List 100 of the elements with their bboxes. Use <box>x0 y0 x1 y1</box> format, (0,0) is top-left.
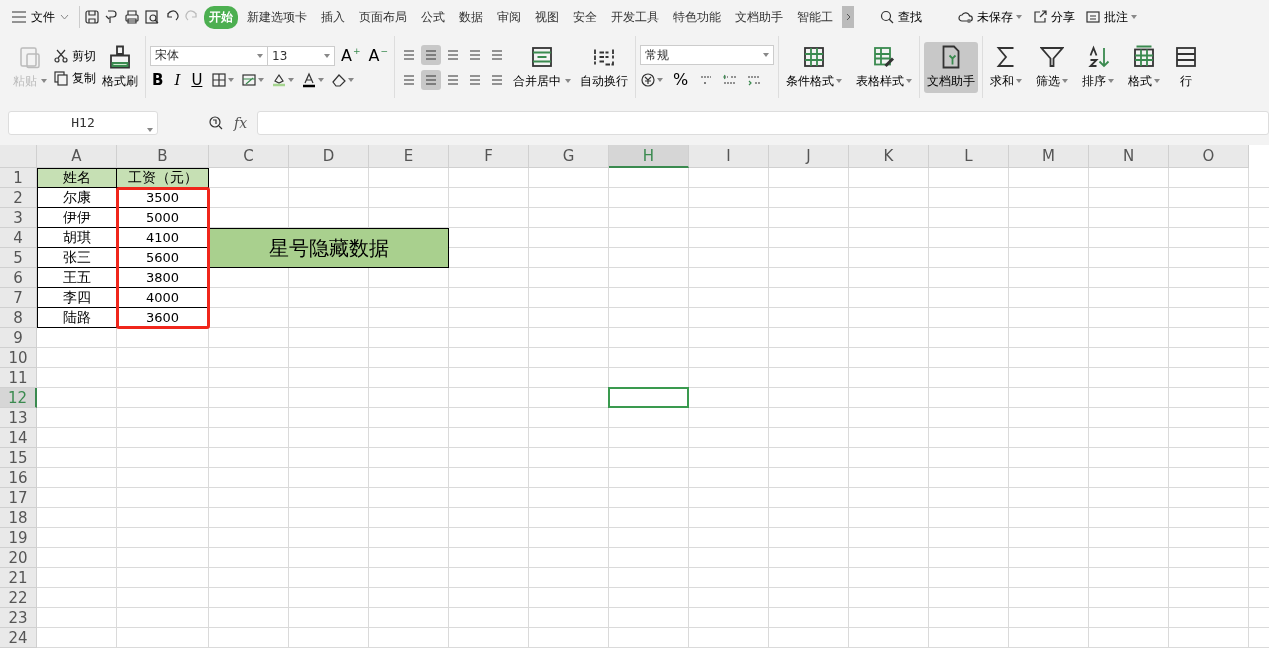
ribbon-button[interactable]: 条件格式 <box>783 41 845 93</box>
file-menu[interactable]: 文件 <box>12 8 75 26</box>
column-header[interactable]: K <box>849 145 929 168</box>
row-header[interactable]: 1 <box>0 168 37 188</box>
row-header[interactable]: 6 <box>0 268 37 288</box>
column-header[interactable]: J <box>769 145 849 168</box>
table-cell: 工资（元） <box>117 168 209 188</box>
active-cell[interactable] <box>608 387 689 408</box>
cell-style-icon[interactable] <box>241 71 258 88</box>
column-header[interactable]: A <box>37 145 117 168</box>
row-header[interactable]: 7 <box>0 288 37 308</box>
ribbon-tab[interactable]: 公式 <box>416 5 450 29</box>
row-header[interactable]: 16 <box>0 468 37 488</box>
format-icon <box>1132 44 1156 69</box>
column-header[interactable]: M <box>1009 145 1089 168</box>
font-family-select[interactable]: 宋体 <box>150 45 268 66</box>
row-header[interactable]: 20 <box>0 548 37 568</box>
font-style-button[interactable]: B <box>150 70 166 89</box>
ribbon-tab[interactable]: 页面布局 <box>354 5 412 29</box>
row-header[interactable]: 3 <box>0 208 37 228</box>
grid-icon <box>802 44 826 69</box>
toolbar-action[interactable]: 未保存 <box>955 8 1025 26</box>
font-style-button[interactable]: I <box>172 70 183 89</box>
column-header[interactable]: D <box>289 145 369 168</box>
shrink-font-button[interactable]: A− <box>366 46 390 65</box>
function-button[interactable]: fx <box>234 114 248 131</box>
ribbon-tab[interactable]: 安全 <box>568 5 602 29</box>
toolbar-action[interactable]: 分享 <box>1029 8 1078 26</box>
row-header[interactable]: 17 <box>0 488 37 508</box>
copy-button[interactable]: 复制 <box>53 69 96 87</box>
zoom-icon[interactable] <box>208 114 224 131</box>
currency-icon[interactable] <box>640 71 656 88</box>
column-header[interactable]: F <box>449 145 529 168</box>
font-color-icon[interactable] <box>301 71 318 88</box>
copy-icon <box>53 70 69 86</box>
row-header[interactable]: 5 <box>0 248 37 268</box>
column-header[interactable]: C <box>209 145 289 168</box>
cut-button[interactable]: 剪切 <box>53 47 96 65</box>
ribbon-tab[interactable]: 插入 <box>316 5 350 29</box>
ribbon-tab[interactable]: 审阅 <box>492 5 526 29</box>
number-format-select[interactable]: 常规 <box>640 45 774 65</box>
row-header[interactable]: 19 <box>0 528 37 548</box>
ribbon-tab[interactable]: 数据 <box>454 5 488 29</box>
row-header[interactable]: 23 <box>0 608 37 628</box>
save-icon[interactable] <box>84 9 100 25</box>
more-tabs-button[interactable] <box>842 6 854 28</box>
toolbar-action[interactable]: 批注 <box>1082 8 1140 26</box>
ribbon-button[interactable]: 筛选 <box>1033 41 1071 93</box>
clipboard-icon <box>18 44 42 69</box>
ribbon-tab[interactable]: 新建选项卡 <box>242 5 312 29</box>
brush-icon <box>108 44 132 69</box>
format-painter-button[interactable]: 格式刷 <box>99 41 141 93</box>
ribbon-tab[interactable]: 视图 <box>530 5 564 29</box>
column-header[interactable]: B <box>117 145 209 168</box>
ribbon-button[interactable]: 行 <box>1171 41 1201 93</box>
toolbar-action[interactable]: 查找 <box>876 8 925 26</box>
sort-icon <box>1086 44 1110 69</box>
row-header[interactable]: 11 <box>0 368 37 388</box>
row-header[interactable]: 22 <box>0 588 37 608</box>
ribbon-button[interactable]: 排序 <box>1079 41 1117 93</box>
row-header[interactable]: 14 <box>0 428 37 448</box>
name-box[interactable]: H12 <box>8 110 158 135</box>
row-header[interactable]: 15 <box>0 448 37 468</box>
row-header[interactable]: 4 <box>0 228 37 248</box>
wrap-text-button[interactable]: 自动换行 <box>577 41 631 93</box>
table-cell: 陆路 <box>37 308 117 328</box>
formula-field[interactable] <box>257 110 1269 135</box>
column-header[interactable]: I <box>689 145 769 168</box>
font-style-button[interactable]: U <box>189 70 205 89</box>
grow-font-button[interactable]: A+ <box>339 46 363 65</box>
ribbon-button[interactable]: 表格样式 <box>853 41 915 93</box>
row-header[interactable]: 13 <box>0 408 37 428</box>
percent-button[interactable]: % <box>671 70 691 89</box>
column-header[interactable]: E <box>369 145 449 168</box>
row-header[interactable]: 18 <box>0 508 37 528</box>
row-header[interactable]: 8 <box>0 308 37 328</box>
borders-icon[interactable] <box>211 71 228 88</box>
table-cell: 李四 <box>37 288 117 308</box>
font-size-select[interactable]: 13 <box>267 45 335 66</box>
row-header[interactable]: 21 <box>0 568 37 588</box>
ribbon-button[interactable]: 格式 <box>1125 41 1163 93</box>
merge-center-button[interactable]: 合并居中 <box>510 41 574 93</box>
column-header[interactable]: G <box>529 145 609 168</box>
print-icon[interactable] <box>124 9 140 25</box>
ribbon-tab[interactable]: 特色功能 <box>668 5 726 29</box>
column-header[interactable]: N <box>1089 145 1169 168</box>
ribbon-button[interactable]: 文档助手 <box>924 41 978 93</box>
row-header[interactable]: 24 <box>0 628 37 648</box>
ribbon-button[interactable]: 求和 <box>987 41 1025 93</box>
ribbon-tab[interactable]: 智能工 <box>792 5 838 29</box>
ribbon-tab[interactable]: 文档助手 <box>730 5 788 29</box>
merge-icon <box>530 44 554 69</box>
row-header[interactable]: 2 <box>0 188 37 208</box>
print-preview-icon[interactable] <box>144 9 160 25</box>
column-header[interactable]: L <box>929 145 1009 168</box>
row-header[interactable]: 10 <box>0 348 37 368</box>
ribbon-tab[interactable]: 开发工具 <box>606 5 664 29</box>
caret-icon <box>258 77 265 82</box>
row-header[interactable]: 9 <box>0 328 37 348</box>
column-header[interactable]: O <box>1169 145 1249 168</box>
